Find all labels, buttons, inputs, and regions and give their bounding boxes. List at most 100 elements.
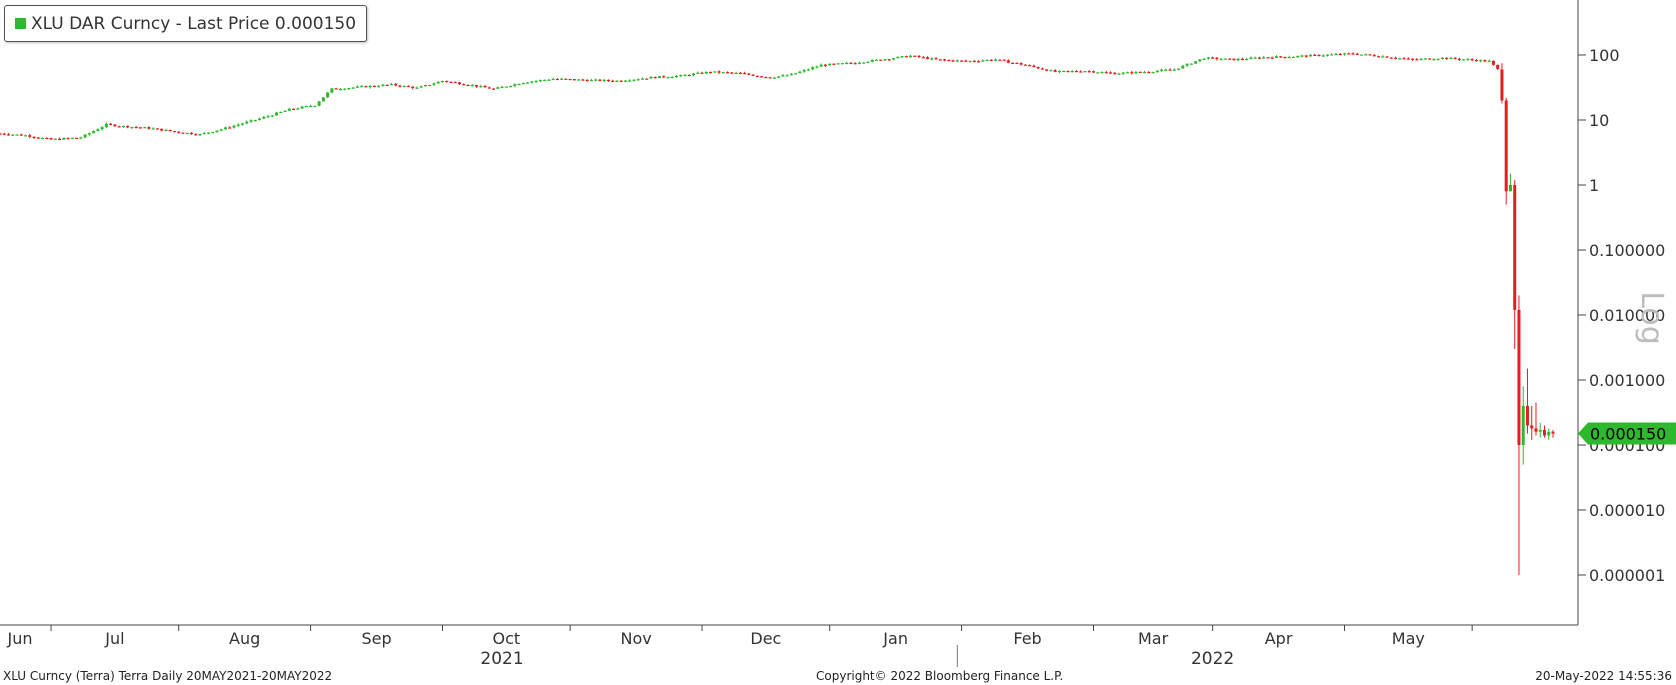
candle-body [206,132,210,134]
candle-body [1321,55,1325,57]
candle-body [806,69,810,71]
candle-body [696,72,700,74]
candle-body [1406,58,1410,60]
candle-body [679,74,683,77]
candle-body [1151,72,1155,74]
candle-body [538,80,542,82]
candle-body [168,129,172,132]
candle-body [245,121,249,124]
candle-body [1181,65,1185,69]
candle-body [1534,428,1538,432]
candle-body [1015,62,1019,64]
y-tick-label: 1 [1589,176,1599,195]
candle-body [143,127,147,129]
candle-body [1504,100,1508,192]
candle-body [121,125,125,128]
candle-body [1002,59,1006,61]
candle-body [372,85,376,88]
footer-security-info: XLU Curncy (Terra) Terra Daily 20MAY2021… [3,669,333,683]
candlestick-series [0,52,1555,575]
candle-body [36,137,40,139]
candle-body [904,56,908,58]
candle-body [428,84,432,87]
candle-body [504,86,508,88]
candle-body [351,87,355,89]
candle-body [1347,53,1351,55]
candle-body [440,80,444,83]
candle-body [104,123,108,128]
candle-body [360,86,364,88]
candle-body [777,76,781,78]
candle-body [1245,59,1249,61]
candle-body [1457,58,1461,61]
candle-body [1134,71,1138,74]
candle-body [738,72,742,75]
candle-body [772,77,776,79]
candle-body [836,63,840,65]
candle-body [1143,72,1147,74]
candle-body [1436,58,1440,61]
candle-body [75,137,79,139]
candle-body [1130,72,1134,74]
candle-body [794,73,798,75]
candle-body [1432,59,1436,61]
candle-body [1308,54,1312,57]
candle-body [866,61,870,63]
candle-body [713,71,717,73]
candle-body [1415,59,1419,61]
candle-body [1236,58,1240,61]
candle-body [1079,71,1083,73]
candle-body [215,130,219,132]
candle-body [1032,65,1036,67]
candle-body [921,57,925,59]
x-axis: Jun Jul Aug Sep Oct Nov Dec Jan Feb Mar Apr May 2021… [7,625,1473,669]
candle-body [1419,58,1423,60]
candle-body [517,83,521,86]
candle-body [151,128,155,130]
candle-body [1304,55,1308,57]
x-month-label: Jan [882,629,908,648]
candle-body [768,77,772,79]
candle-body [7,134,11,136]
candle-body [1232,58,1236,61]
candle-body [1411,58,1415,60]
candle-body [479,85,483,88]
candle-body [1479,60,1483,62]
candle-body [1074,70,1078,73]
candle-body [458,82,462,85]
x-month-label: Nov [620,629,651,648]
x-month-label: Apr [1265,629,1293,648]
candle-body [326,92,330,98]
candle-body [1194,61,1198,64]
candle-body [232,125,236,128]
x-month-label: Oct [492,629,520,648]
candle-body [977,61,981,63]
candle-body [874,59,878,61]
candle-body [53,138,57,140]
candle-body [364,86,368,88]
y-tick-label: 0.100000 [1589,241,1665,260]
y-tick-label: 100 [1589,46,1620,65]
candle-body [172,131,176,133]
candle-body [1053,70,1057,72]
candle-body [547,79,551,81]
candle-body [947,59,951,62]
candle-body [1100,72,1104,74]
candle-body [1219,59,1223,61]
candle-body [475,85,479,87]
candle-body [747,73,751,75]
candle-body [1377,56,1381,58]
candle-body [879,59,883,61]
candle-body [1470,59,1474,61]
candle-body [113,124,117,127]
candle-body [0,133,2,135]
x-year-label: 2021 [480,649,523,669]
candle-body [640,78,644,80]
candle-body [917,55,921,58]
candle-body [275,112,279,116]
candle-body [347,88,351,90]
candle-body [436,81,440,84]
candle-body [564,78,568,80]
chart-legend: XLU DAR Curncy - Last Price 0.000150 [4,5,368,42]
candle-body [1381,56,1385,58]
